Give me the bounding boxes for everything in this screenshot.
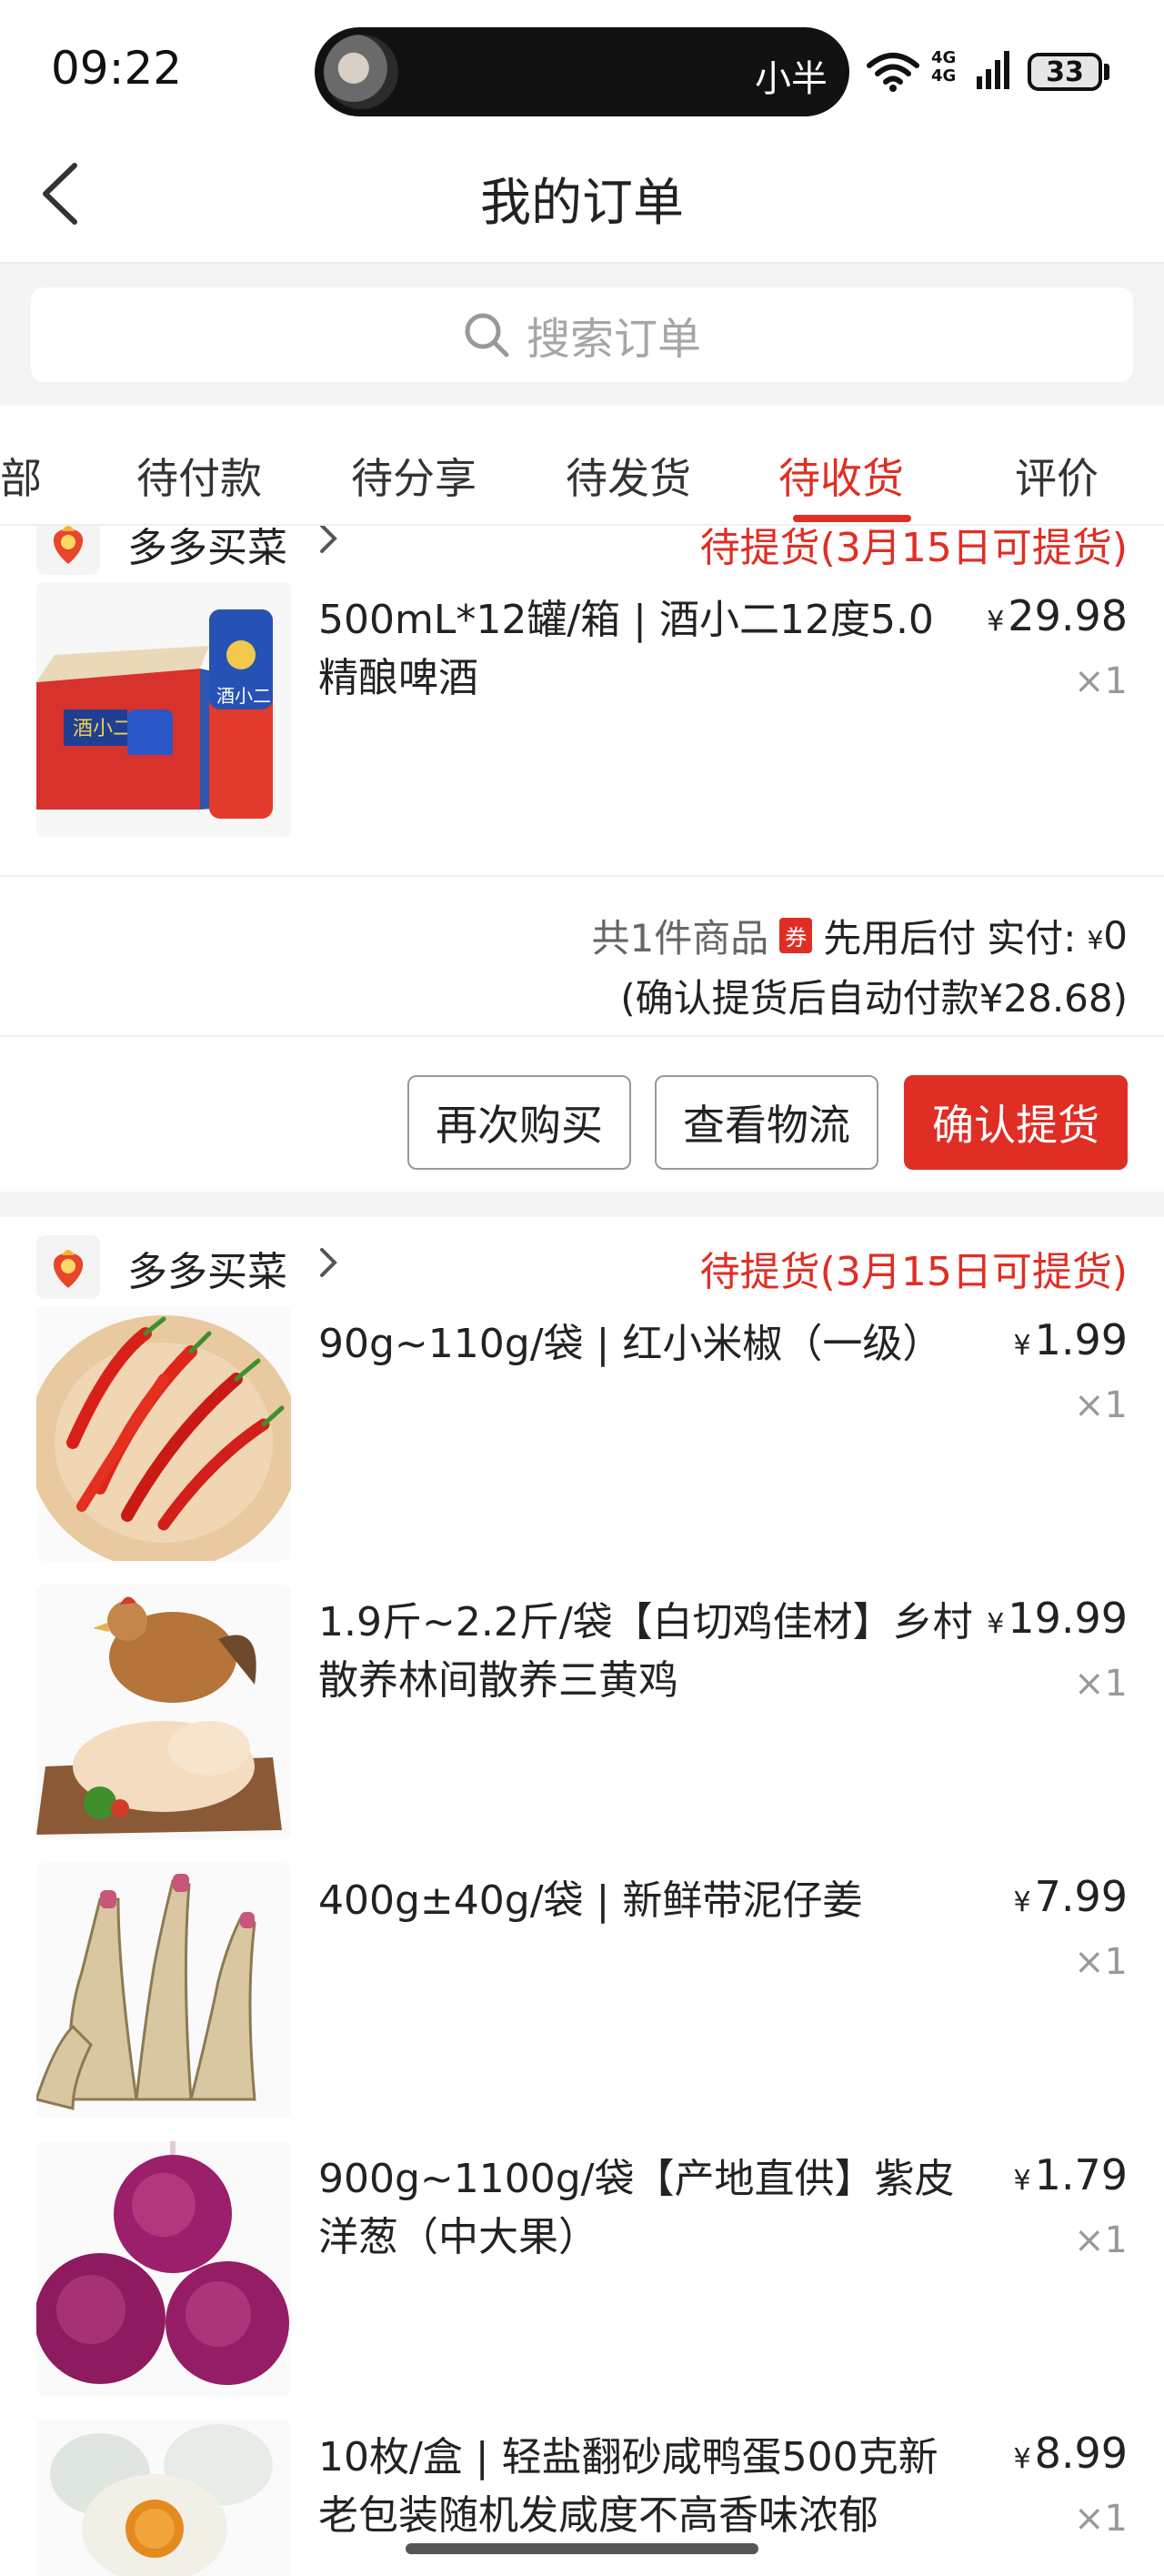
- shop-logo-icon: [36, 526, 100, 575]
- view-logistics-button[interactable]: 查看物流: [655, 1075, 878, 1170]
- product-price: ¥19.99: [987, 1594, 1128, 1643]
- shop-name: 多多买菜: [127, 1249, 287, 1295]
- product-image-onion: [36, 2141, 291, 2396]
- auto-pay-note: (确认提货后自动付款¥28.68): [620, 976, 1128, 1021]
- order-tabs: 部 待付款 待分享 待发货 待收货 评价: [0, 406, 1164, 526]
- tab-review[interactable]: 评价: [1015, 446, 1099, 506]
- product-title: 10枚/盒 | 轻盐翻砂咸鸭蛋500克新老包装随机发咸度不高香味浓郁: [318, 2434, 938, 2539]
- product-item[interactable]: 90g~110g/袋 | 红小米椒（一级） ¥1.99 ×1: [0, 1306, 1164, 1585]
- product-image-ginger: [36, 1863, 291, 2118]
- tab-active-indicator: [793, 515, 911, 522]
- product-quantity: ×1: [1074, 1941, 1128, 1983]
- home-indicator: [406, 2543, 758, 2554]
- product-price: ¥1.99: [1013, 1315, 1128, 1364]
- order-card: 多多买菜 待提货(3月15日可提货) 90g~110g/袋 | 红小米椒（一级）…: [0, 1217, 1164, 2576]
- island-label: 小半: [755, 58, 828, 100]
- paid-amount: ¥0: [1087, 913, 1128, 958]
- product-item[interactable]: 1.9斤~2.2斤/袋【白切鸡佳材】乡村散养林间散养三黄鸡 ¥19.99 ×1: [0, 1585, 1164, 1863]
- coupon-badge: 券: [779, 918, 813, 953]
- product-title: 900g~1100g/袋【产地直供】紫皮洋葱（中大果）: [318, 2156, 955, 2260]
- product-price: ¥29.98: [987, 591, 1128, 640]
- product-image-salted-egg: [36, 2420, 291, 2576]
- product-image-chili: [36, 1306, 291, 1561]
- product-title: 1.9斤~2.2斤/袋【白切鸡佳材】乡村散养林间散养三黄鸡: [318, 1599, 973, 1704]
- order-summary: 共1件商品 券 先用后付 实付: ¥0: [592, 908, 1128, 963]
- pay-mode: 先用后付: [823, 916, 977, 961]
- product-item[interactable]: 900g~1100g/袋【产地直供】紫皮洋葱（中大果） ¥1.79 ×1: [0, 2141, 1164, 2420]
- order-status: 待提货(3月15日可提货): [699, 1249, 1128, 1295]
- chevron-right-icon: [320, 526, 337, 553]
- product-price: ¥7.99: [1013, 1872, 1128, 1921]
- product-image-chicken: [36, 1585, 291, 1839]
- section-gap: [0, 1192, 1164, 1217]
- product-item[interactable]: 酒小二 酒小二 500mL*12罐/箱 | 酒小二12度5.0精酿啤酒 ¥29.…: [0, 582, 1164, 860]
- rebuy-button[interactable]: 再次购买: [407, 1075, 631, 1170]
- divider: [0, 1035, 1164, 1037]
- product-quantity: ×1: [1074, 2498, 1128, 2540]
- battery-icon: 33: [1028, 53, 1102, 91]
- product-quantity: ×1: [1074, 2219, 1128, 2261]
- tab-pending-shipment[interactable]: 待发货: [566, 446, 691, 506]
- order-list: 多多买菜 待提货(3月15日可提货) 酒小二 酒小二 500mL*12罐/箱 |…: [0, 526, 1164, 2576]
- svg-text:酒小二: 酒小二: [216, 685, 271, 707]
- tab-pending-share[interactable]: 待分享: [351, 446, 477, 506]
- product-quantity: ×1: [1074, 1663, 1128, 1705]
- paid-label: 实付:: [987, 916, 1077, 961]
- tab-all[interactable]: 部: [0, 446, 42, 506]
- chevron-right-icon: [320, 1248, 337, 1277]
- svg-text:酒小二: 酒小二: [73, 718, 133, 740]
- shop-name: 多多买菜: [127, 526, 287, 571]
- product-image-beer: 酒小二 酒小二: [36, 582, 291, 837]
- product-quantity: ×1: [1074, 1384, 1128, 1426]
- divider: [0, 875, 1164, 877]
- product-quantity: ×1: [1074, 660, 1128, 702]
- search-placeholder: 搜索订单: [526, 314, 701, 365]
- tab-pending-receipt[interactable]: 待收货: [778, 446, 904, 506]
- tab-pending-payment[interactable]: 待付款: [136, 446, 262, 506]
- search-input[interactable]: 搜索订单: [31, 287, 1133, 382]
- product-item[interactable]: 400g±40g/袋 | 新鲜带泥仔姜 ¥7.99 ×1: [0, 1863, 1164, 2141]
- order-status: 待提货(3月15日可提货): [699, 526, 1128, 571]
- product-title: 400g±40g/袋 | 新鲜带泥仔姜: [318, 1877, 863, 1924]
- battery-tip: [1104, 64, 1109, 80]
- product-price: ¥1.79: [1013, 2150, 1128, 2199]
- search-icon: [465, 313, 509, 357]
- shop-row[interactable]: 多多买菜 待提货(3月15日可提货): [0, 1217, 1164, 1308]
- signal-icon: [977, 51, 1009, 89]
- confirm-pickup-button[interactable]: 确认提货: [904, 1075, 1128, 1170]
- status-time: 09:22: [51, 42, 183, 95]
- network-type: 4G 4G: [931, 48, 957, 86]
- wifi-icon: [867, 53, 919, 92]
- island-avatar: [324, 35, 398, 109]
- product-price: ¥8.99: [1013, 2429, 1128, 2478]
- product-title: 90g~110g/袋 | 红小米椒（一级）: [318, 1321, 943, 1367]
- product-title: 500mL*12罐/箱 | 酒小二12度5.0精酿啤酒: [318, 597, 934, 701]
- page-title: 我的订单: [480, 174, 684, 233]
- shop-logo-icon: [36, 1235, 100, 1299]
- shop-row[interactable]: 多多买菜 待提货(3月15日可提货): [0, 526, 1164, 584]
- item-count: 共1件商品: [591, 916, 769, 961]
